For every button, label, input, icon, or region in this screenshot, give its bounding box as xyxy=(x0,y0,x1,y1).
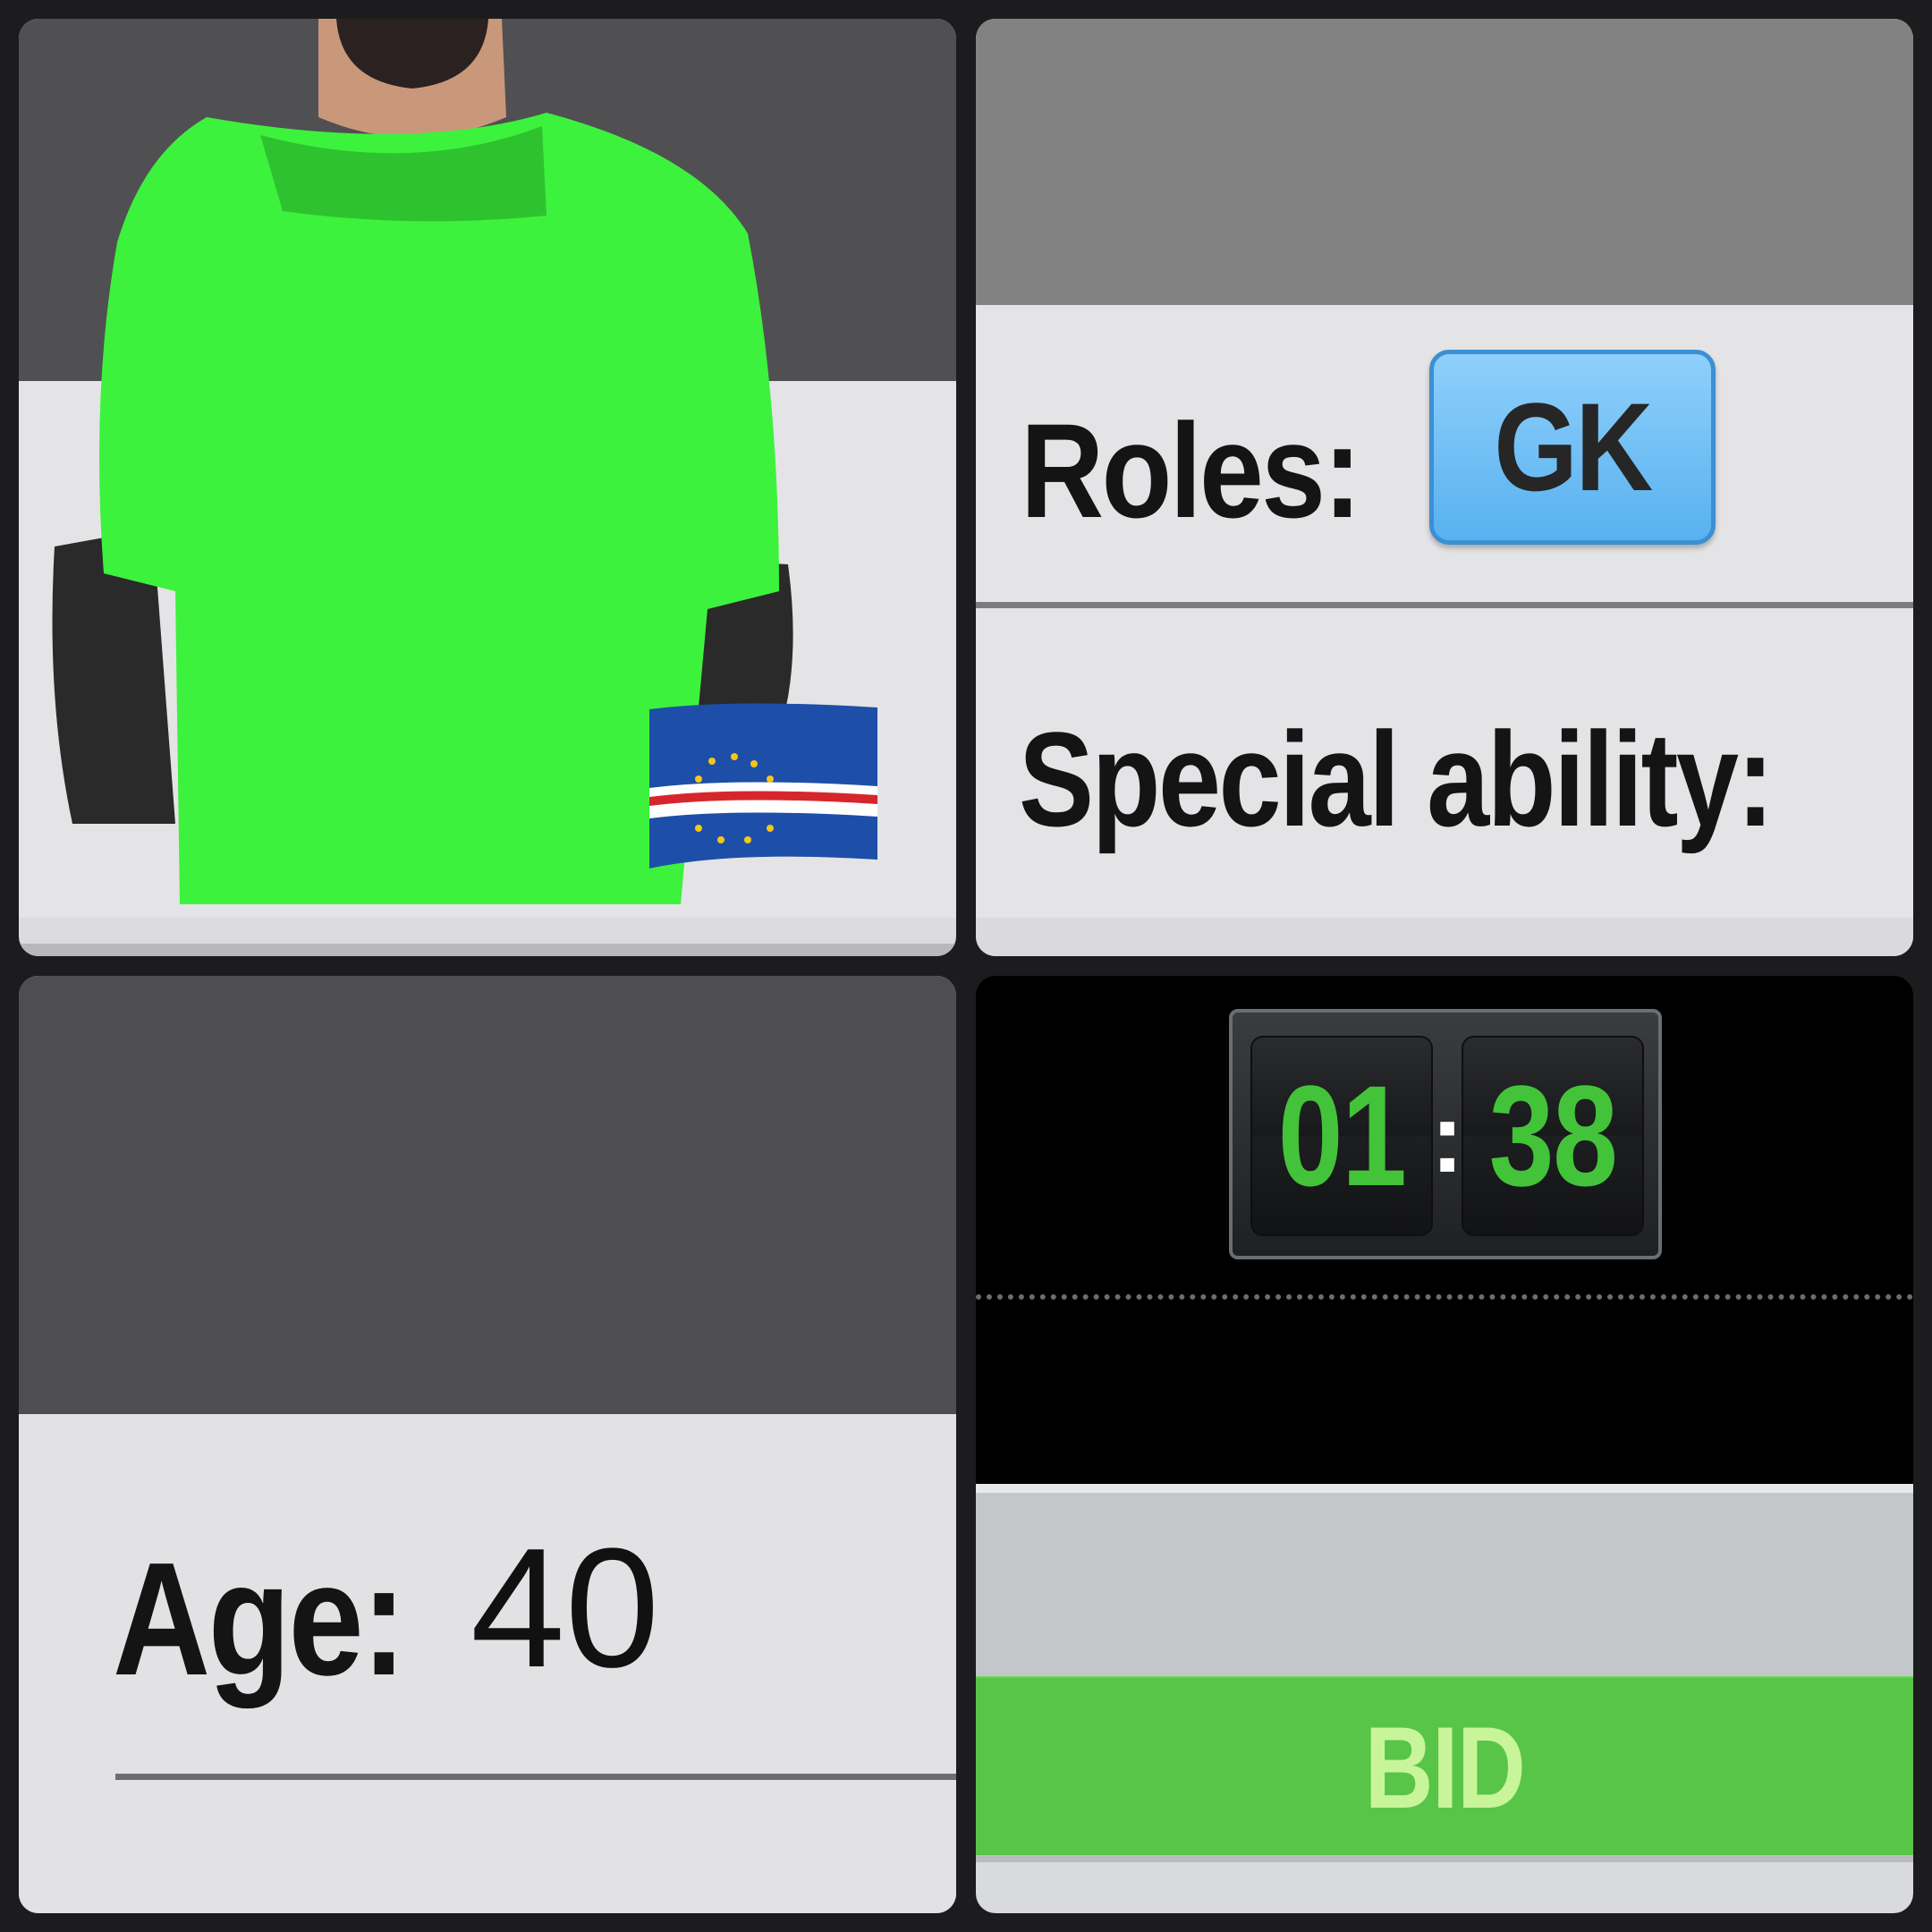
role-badge-text: GK xyxy=(1494,377,1653,517)
player-portrait-panel xyxy=(19,19,956,956)
timer-separator: : xyxy=(1430,1082,1464,1193)
age-header-band xyxy=(19,976,956,1414)
player-age-panel: Age: 40 xyxy=(19,976,956,1913)
timer-minutes: 01 xyxy=(1277,1055,1407,1216)
role-badge-gk[interactable]: GK xyxy=(1429,350,1716,545)
bid-button[interactable]: BID xyxy=(976,1676,1913,1857)
cape-verde-flag-icon xyxy=(649,703,877,869)
age-divider xyxy=(115,1774,956,1780)
age-label: Age: xyxy=(113,1530,406,1709)
info-divider xyxy=(976,602,1913,608)
roles-label: Roles: xyxy=(1021,395,1361,546)
player-jersey-figure xyxy=(52,19,877,904)
info-footer-band xyxy=(976,918,1913,956)
bid-input-area xyxy=(976,1484,1913,1676)
countdown-timer: 01 : 38 xyxy=(1229,1009,1662,1259)
info-header-band xyxy=(976,19,1913,305)
player-info-panel: Roles: GK Special ability: xyxy=(976,19,1913,956)
dotted-separator xyxy=(976,1294,1913,1300)
bid-button-label: BID xyxy=(1364,1702,1526,1833)
timer-seconds-card: 38 xyxy=(1463,1038,1642,1234)
special-ability-label: Special ability: xyxy=(1019,704,1775,854)
timer-minutes-card: 01 xyxy=(1252,1038,1431,1234)
panel-bottom-strip xyxy=(19,944,956,956)
timer-seconds: 38 xyxy=(1488,1055,1618,1216)
bid-footer xyxy=(976,1855,1913,1913)
age-value: 40 xyxy=(470,1513,660,1703)
auction-panel: 01 : 38 BID xyxy=(976,976,1913,1913)
